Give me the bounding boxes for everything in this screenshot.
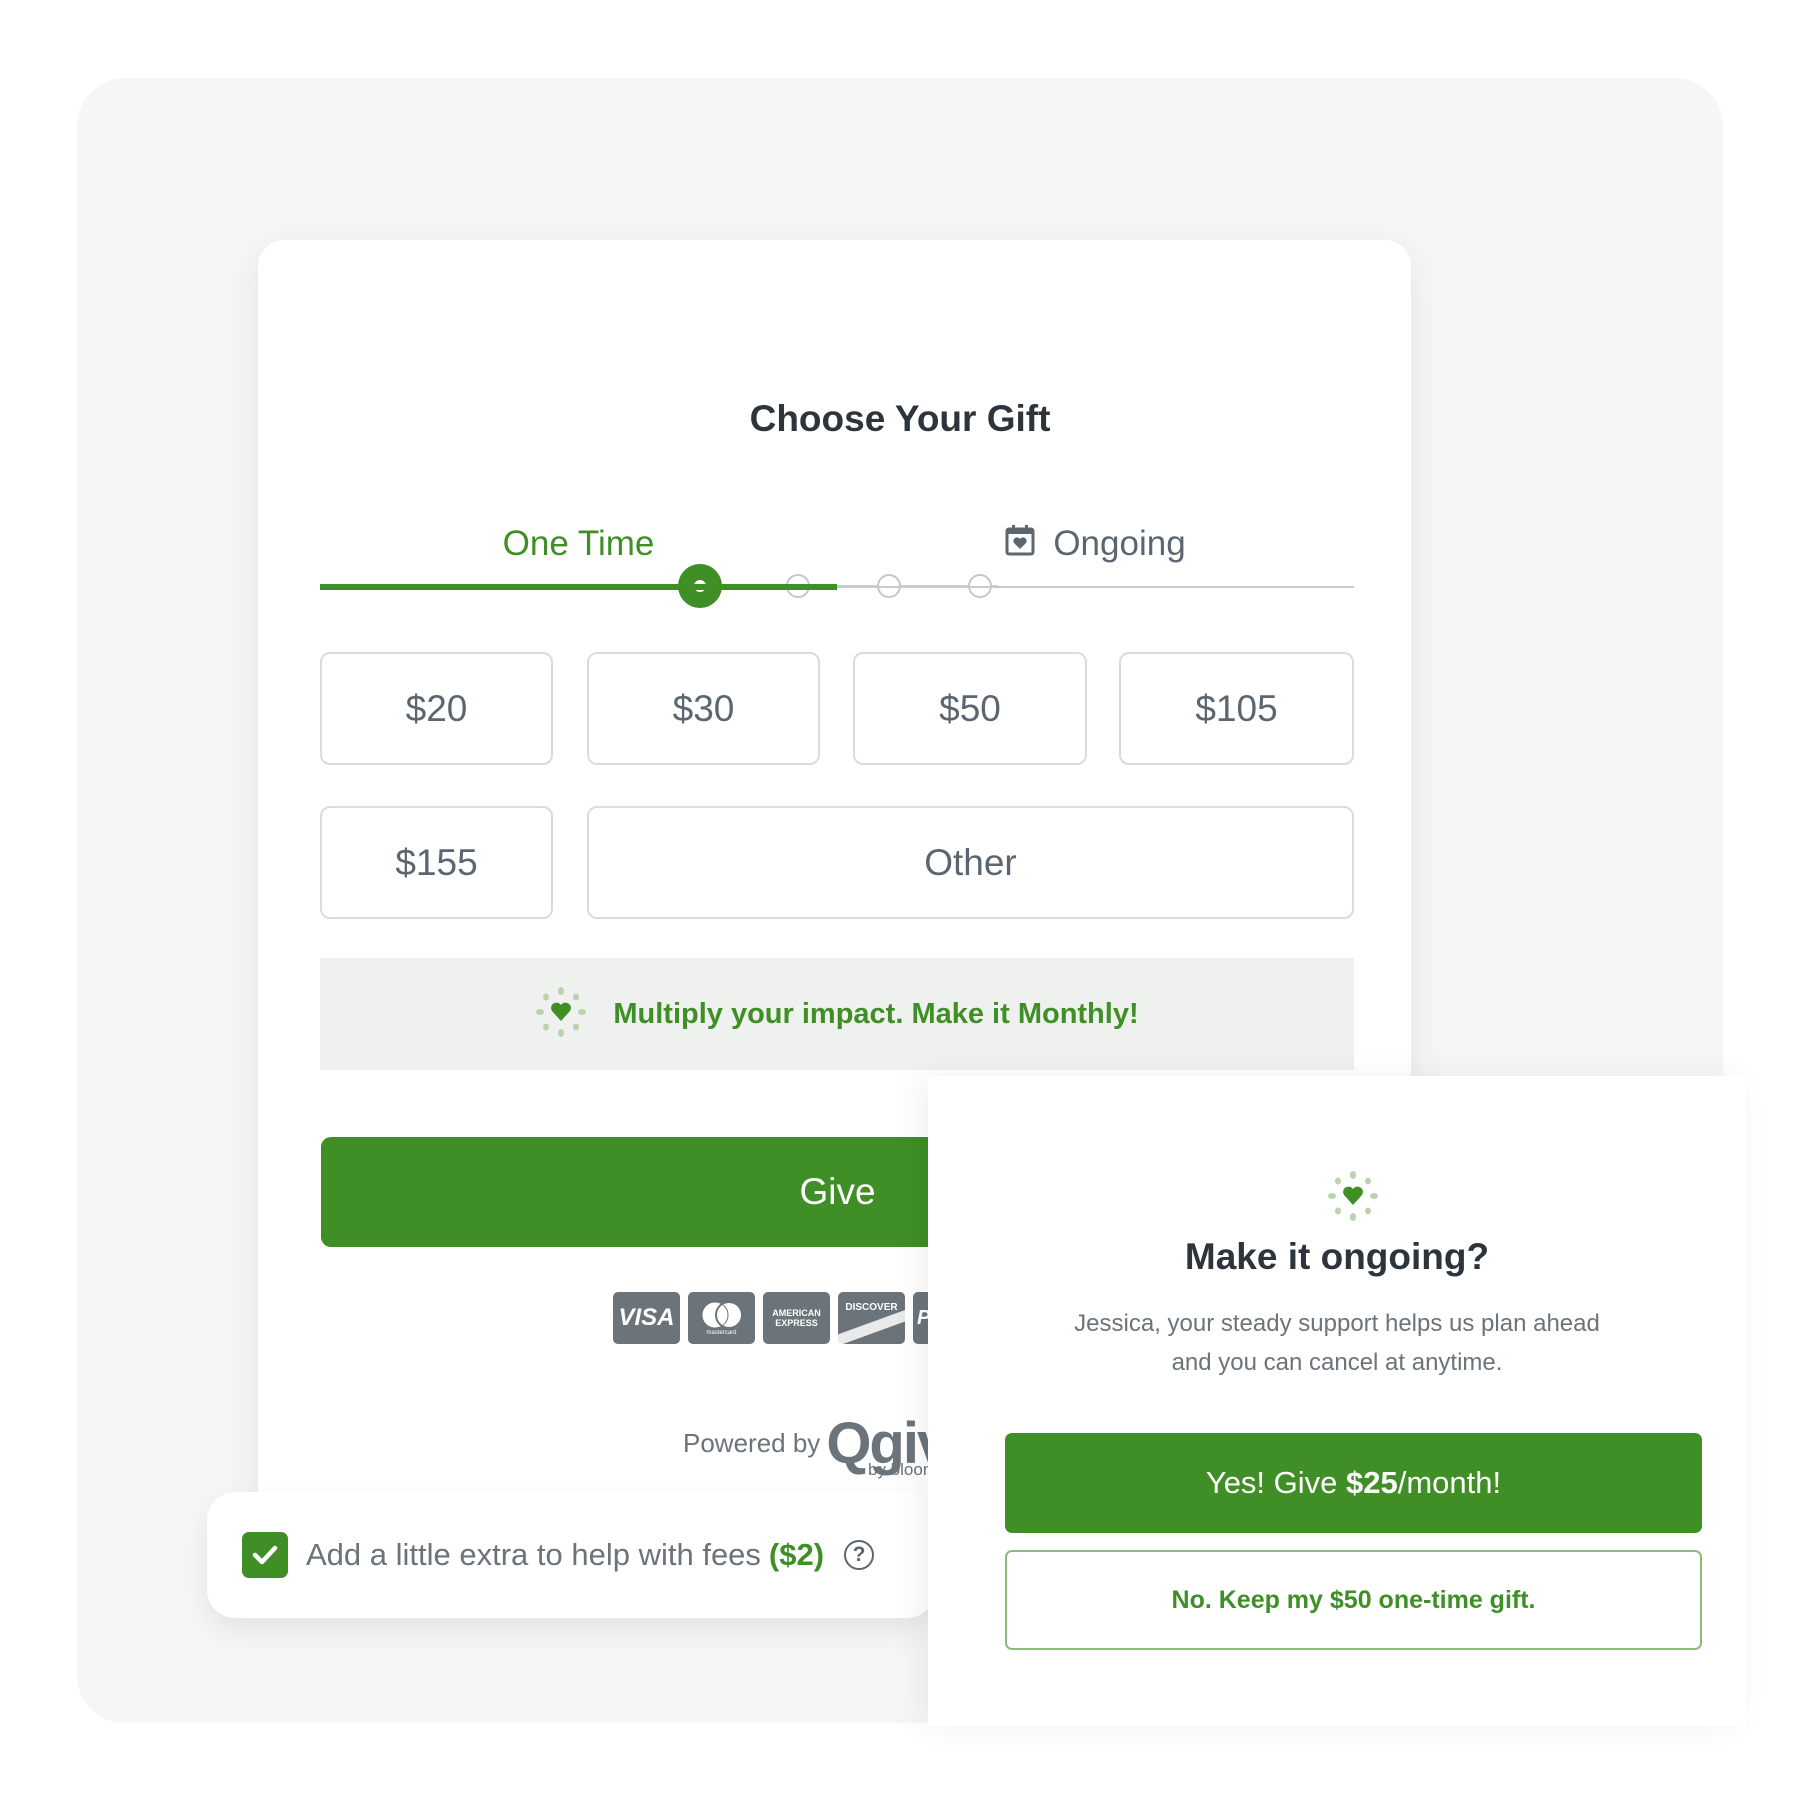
cover-fees-option: Add a little extra to help with fees ($2… — [207, 1492, 935, 1618]
calendar-heart-icon — [1005, 524, 1035, 565]
active-tab-indicator — [320, 584, 837, 590]
tab-ongoing[interactable]: Ongoing — [837, 500, 1354, 588]
discover-icon: DISCOVER — [838, 1292, 905, 1344]
tab-ongoing-label: Ongoing — [1053, 524, 1186, 563]
upgrade-modal: Make it ongoing? Jessica, your steady su… — [928, 1076, 1746, 1726]
accept-monthly-button[interactable]: Yes! Give $25/month! — [1005, 1433, 1702, 1533]
yes-prefix: Yes! Give — [1205, 1465, 1347, 1500]
amount-option[interactable]: $30 — [587, 652, 820, 765]
heart-burst-icon — [1327, 1170, 1379, 1227]
modal-title: Make it ongoing? — [1184, 1236, 1490, 1277]
brand-subtitle: by bloom — [868, 1460, 937, 1479]
amount-option[interactable]: $155 — [320, 806, 553, 919]
amount-option[interactable]: $20 — [320, 652, 553, 765]
amount-option[interactable]: $50 — [853, 652, 1087, 765]
tab-one-time-label: One Time — [502, 524, 655, 563]
check-icon — [252, 1545, 278, 1565]
help-icon[interactable]: ? — [844, 1540, 875, 1570]
amex-icon: AMERICAN EXPRESS — [763, 1292, 830, 1344]
tab-one-time[interactable]: One Time — [320, 500, 837, 588]
modal-message: Jessica, your steady support helps us pl… — [988, 1304, 1686, 1382]
frequency-tabs: One Time Ongoing — [320, 500, 1354, 592]
monthly-upsell-banner[interactable]: Multiply your impact. Make it Monthly! — [320, 958, 1354, 1070]
amount-option[interactable]: $105 — [1119, 652, 1354, 765]
modal-message-line: Jessica, your steady support helps us pl… — [1074, 1310, 1600, 1337]
powered-by-text: Powered by — [683, 1428, 821, 1458]
mastercard-icon: mastercard — [688, 1292, 755, 1344]
no-label: No. Keep my $50 one-time gift. — [1171, 1585, 1536, 1614]
cover-fees-checkbox[interactable] — [242, 1532, 288, 1578]
yes-suffix: /month! — [1397, 1465, 1502, 1500]
modal-message-line: and you can cancel at anytime. — [1171, 1349, 1503, 1376]
heart-burst-icon — [535, 986, 587, 1043]
cover-fees-label: Add a little extra to help with fees — [306, 1537, 761, 1572]
page-title: Choose Your Gift — [749, 398, 1051, 439]
keep-one-time-button[interactable]: No. Keep my $50 one-time gift. — [1005, 1550, 1702, 1650]
give-button-label: Give — [799, 1171, 876, 1212]
visa-icon: VISA — [613, 1292, 680, 1344]
payment-methods: VISA mastercard AMERICAN EXPRESS DISCOVE… — [613, 1292, 980, 1344]
banner-text: Multiply your impact. Make it Monthly! — [613, 997, 1139, 1030]
yes-amount: $25 — [1346, 1465, 1398, 1500]
cover-fees-amount: ($2) — [768, 1537, 825, 1572]
other-amount-button[interactable]: Other — [587, 806, 1354, 919]
